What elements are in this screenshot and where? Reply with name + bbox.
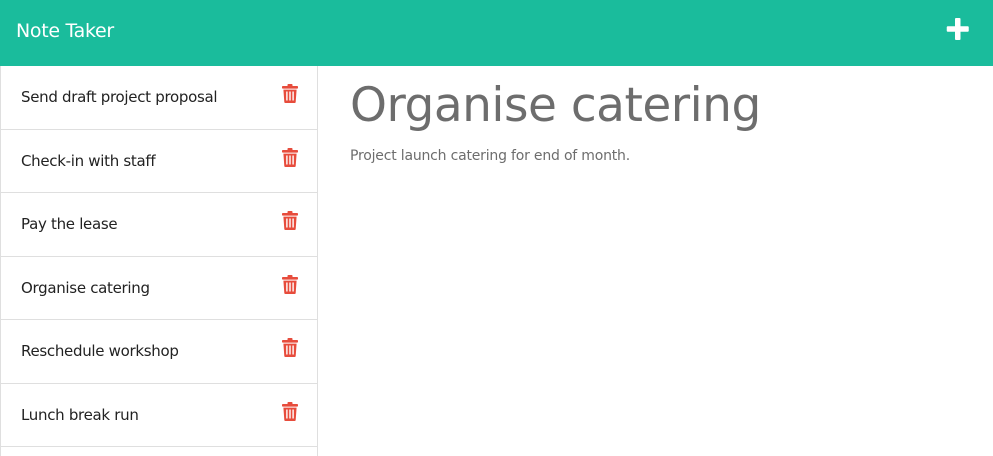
plus-icon (946, 18, 969, 40)
delete-note-button[interactable] (282, 338, 298, 357)
note-list-panel: Send draft project proposal Check-in wit… (0, 66, 318, 456)
trash-icon (282, 401, 298, 421)
note-list-item[interactable]: Pay the lease (1, 193, 317, 257)
note-title-display[interactable]: Organise catering (350, 78, 761, 134)
note-text-display[interactable]: Project launch catering for end of month… (350, 147, 630, 165)
note-item-title: Check-in with staff (21, 151, 156, 170)
trash-icon (282, 147, 298, 167)
note-list: Send draft project proposal Check-in wit… (1, 66, 317, 447)
note-item-title: Lunch break run (21, 405, 139, 424)
top-navbar: Note Taker (0, 0, 993, 66)
note-view: Organise catering Project launch caterin… (318, 66, 993, 456)
note-list-item[interactable]: Lunch break run (1, 384, 317, 447)
trash-icon (282, 274, 298, 294)
note-list-item[interactable]: Reschedule workshop (1, 320, 317, 384)
note-list-item[interactable]: Organise catering (1, 257, 317, 320)
delete-note-button[interactable] (282, 84, 298, 103)
note-item-title: Pay the lease (21, 215, 118, 233)
new-note-button[interactable] (945, 17, 971, 43)
trash-icon (282, 338, 298, 357)
note-item-title: Organise catering (21, 278, 150, 297)
note-item-title: Reschedule workshop (21, 342, 179, 360)
delete-note-button[interactable] (282, 211, 298, 230)
trash-icon (282, 211, 298, 230)
delete-note-button[interactable] (282, 401, 298, 421)
delete-note-button[interactable] (282, 147, 298, 167)
app-title[interactable]: Note Taker (16, 19, 114, 43)
note-list-item[interactable]: Send draft project proposal (1, 66, 317, 130)
trash-icon (282, 84, 298, 103)
note-list-item[interactable]: Check-in with staff (1, 130, 317, 193)
note-item-title: Send draft project proposal (21, 88, 218, 106)
delete-note-button[interactable] (282, 274, 298, 294)
